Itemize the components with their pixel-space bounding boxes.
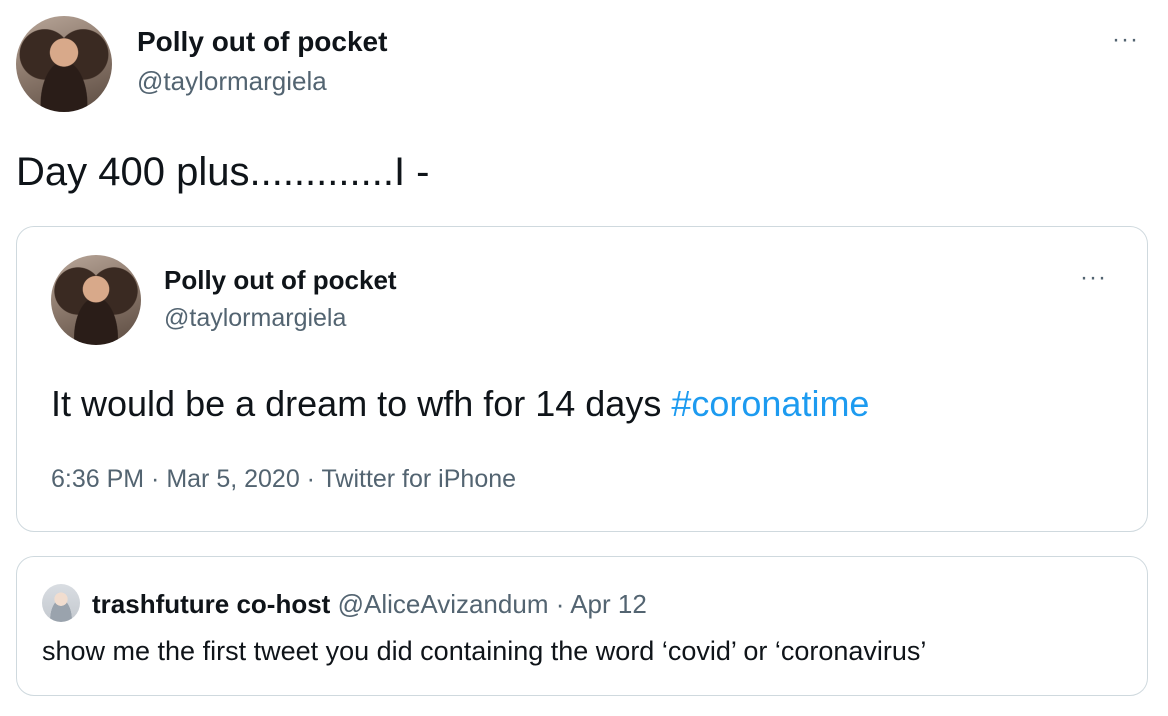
quoted-tweet-main-text: It would be a dream to wfh for 14 days [51,383,672,424]
quoted-tweet-timestamp[interactable]: 6:36 PM · Mar 5, 2020 · Twitter for iPho… [51,465,516,494]
author-name[interactable]: Polly out of pocket [137,26,387,58]
reply-author-handle[interactable]: @AliceAvizandum [338,589,549,619]
reply-author-avatar [42,584,80,622]
tweet-text: Day 400 plus.............I - [16,150,430,194]
reply-date[interactable]: Apr 12 [570,589,647,619]
reply-author-name[interactable]: trashfuture co-host [92,589,330,619]
quoted-tweet-text: It would be a dream to wfh for 14 days #… [51,383,869,425]
quoted-author-avatar [51,255,141,345]
reply-header: trashfuture co-host @AliceAvizandum · Ap… [92,589,647,620]
author-handle[interactable]: @taylormargiela [137,66,327,97]
author-avatar[interactable] [16,16,112,112]
quoted-author-name: Polly out of pocket [164,265,397,295]
reply-separator: · [555,589,565,619]
hashtag-link[interactable]: #coronatime [671,383,869,424]
reply-text: show me the first tweet you did containi… [42,636,927,666]
reply-context-card[interactable] [16,556,1148,696]
quoted-more-options-icon[interactable]: ··· [1080,266,1107,290]
quoted-author-handle: @taylormargiela [164,304,347,332]
more-options-icon[interactable]: ··· [1112,28,1139,52]
